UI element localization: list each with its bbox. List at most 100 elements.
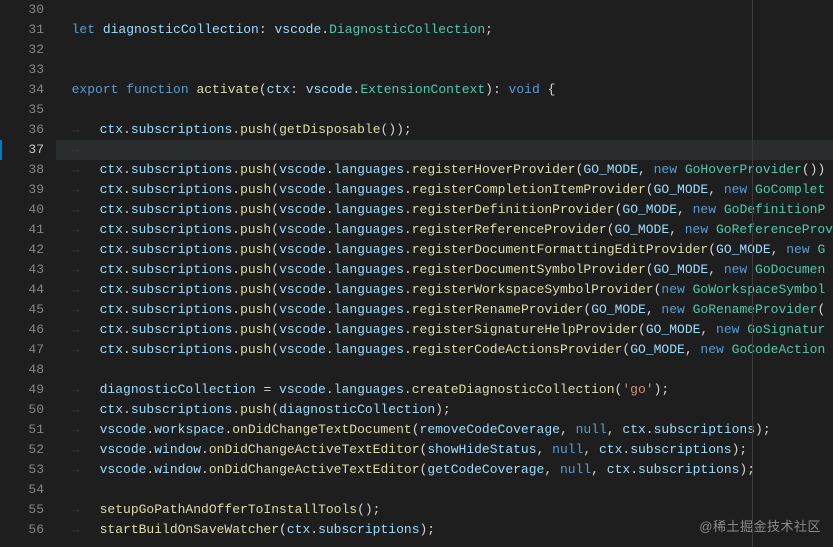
token-pun: =: [256, 380, 279, 400]
token-pun: ,: [638, 160, 654, 180]
token-kw: null: [560, 460, 591, 480]
code-line[interactable]: let diagnosticCollection: vscode.Diagnos…: [56, 20, 833, 40]
code-line[interactable]: [56, 480, 833, 500]
token-fn: push: [240, 400, 271, 420]
line-number: 41: [0, 220, 44, 240]
token-kw: let: [72, 20, 103, 40]
token-var: languages: [334, 300, 404, 320]
token-pun: (: [412, 420, 420, 440]
token-fn: push: [240, 200, 271, 220]
token-pun: .: [232, 180, 240, 200]
token-pun: .: [326, 300, 334, 320]
code-line[interactable]: [56, 100, 833, 120]
token-pun: .: [404, 280, 412, 300]
token-var: ctx: [100, 200, 123, 220]
token-pun: (: [607, 220, 615, 240]
token-pun: .: [232, 120, 240, 140]
line-number: 36: [0, 120, 44, 140]
token-var: GO_MODE: [716, 240, 771, 260]
token-pun: .: [123, 120, 131, 140]
token-pun: (: [271, 180, 279, 200]
token-kw: new: [786, 240, 817, 260]
token-var: vscode: [100, 420, 147, 440]
token-type: GoDefinitionP: [724, 200, 825, 220]
token-pun: .: [232, 340, 240, 360]
gutter-line: 31: [0, 20, 56, 40]
token-kw: new: [700, 340, 731, 360]
gutter-line: 46: [0, 320, 56, 340]
code-line[interactable]: →ctx.subscriptions.push(vscode.languages…: [56, 320, 833, 340]
code-line[interactable]: →ctx.subscriptions.push(vscode.languages…: [56, 340, 833, 360]
code-line[interactable]: →ctx.subscriptions.push(vscode.languages…: [56, 260, 833, 280]
token-pun: (: [615, 380, 623, 400]
token-pun: .: [326, 200, 334, 220]
token-var: ctx: [100, 400, 123, 420]
code-line[interactable]: →ctx.subscriptions.push(vscode.languages…: [56, 300, 833, 320]
token-type: GoComplet: [755, 180, 825, 200]
code-line[interactable]: →vscode.window.onDidChangeActiveTextEdit…: [56, 440, 833, 460]
code-line[interactable]: →ctx.subscriptions.push(getDisposable())…: [56, 120, 833, 140]
token-var: vscode: [279, 200, 326, 220]
code-line[interactable]: →ctx.subscriptions.push(vscode.languages…: [56, 180, 833, 200]
code-line[interactable]: →ctx.subscriptions.push(vscode.languages…: [56, 280, 833, 300]
code-line[interactable]: [56, 0, 833, 20]
token-var: ctx: [287, 520, 310, 540]
code-line[interactable]: [56, 60, 833, 80]
gutter-line: 45: [0, 300, 56, 320]
gutter-line: 32: [0, 40, 56, 60]
token-type: GoSignatur: [747, 320, 825, 340]
code-editor[interactable]: 3031323334353637383940414243444546474849…: [0, 0, 833, 547]
token-fn: registerWorkspaceSymbolProvider: [412, 280, 654, 300]
token-pun: ,: [583, 440, 599, 460]
token-var: vscode: [279, 240, 326, 260]
token-var: GO_MODE: [654, 260, 709, 280]
code-line[interactable]: →ctx.subscriptions.push(vscode.languages…: [56, 220, 833, 240]
token-var: languages: [334, 240, 404, 260]
indent-arrow-icon: →: [72, 140, 100, 160]
gutter-line: 34: [0, 80, 56, 100]
code-line[interactable]: →diagnosticCollection = vscode.languages…: [56, 380, 833, 400]
token-pun: :: [290, 80, 306, 100]
line-number: 35: [0, 100, 44, 120]
token-pun: (: [576, 160, 584, 180]
token-var: vscode: [279, 220, 326, 240]
token-pun: .: [146, 440, 154, 460]
token-pun: (: [271, 260, 279, 280]
indent-arrow-icon: →: [72, 200, 100, 220]
token-var: ctx: [100, 280, 123, 300]
token-type: GoDocumen: [755, 260, 825, 280]
token-fn: push: [240, 120, 271, 140]
code-line[interactable]: →ctx.subscriptions.push(vscode.languages…: [56, 240, 833, 260]
token-pun: ,: [646, 300, 662, 320]
gutter-line: 56: [0, 520, 56, 540]
gutter-line: 42: [0, 240, 56, 260]
code-content[interactable]: let diagnosticCollection: vscode.Diagnos…: [56, 0, 833, 547]
gutter-line: 52: [0, 440, 56, 460]
code-line[interactable]: →: [56, 140, 833, 160]
code-line[interactable]: →ctx.subscriptions.push(vscode.languages…: [56, 200, 833, 220]
indent-arrow-icon: →: [72, 380, 100, 400]
code-line[interactable]: export function activate(ctx: vscode.Ext…: [56, 80, 833, 100]
line-number: 38: [0, 160, 44, 180]
code-line[interactable]: →ctx.subscriptions.push(diagnosticCollec…: [56, 400, 833, 420]
code-line[interactable]: →ctx.subscriptions.push(vscode.languages…: [56, 160, 833, 180]
code-line[interactable]: [56, 360, 833, 380]
gutter-line: 43: [0, 260, 56, 280]
token-pun: (: [638, 320, 646, 340]
code-line[interactable]: →vscode.window.onDidChangeActiveTextEdit…: [56, 460, 833, 480]
token-fn: registerSignatureHelpProvider: [412, 320, 638, 340]
code-line[interactable]: [56, 40, 833, 60]
line-number: 32: [0, 40, 44, 60]
token-pun: .: [404, 220, 412, 240]
gutter-line: 41: [0, 220, 56, 240]
token-fn: push: [240, 220, 271, 240]
gutter-line: 48: [0, 360, 56, 380]
token-var: vscode: [279, 180, 326, 200]
line-number: 39: [0, 180, 44, 200]
token-pun: (: [622, 340, 630, 360]
token-pun: .: [404, 260, 412, 280]
code-line[interactable]: →vscode.workspace.onDidChangeTextDocumen…: [56, 420, 833, 440]
token-pun: .: [232, 400, 240, 420]
line-number: 52: [0, 440, 44, 460]
token-var: GO_MODE: [654, 180, 709, 200]
